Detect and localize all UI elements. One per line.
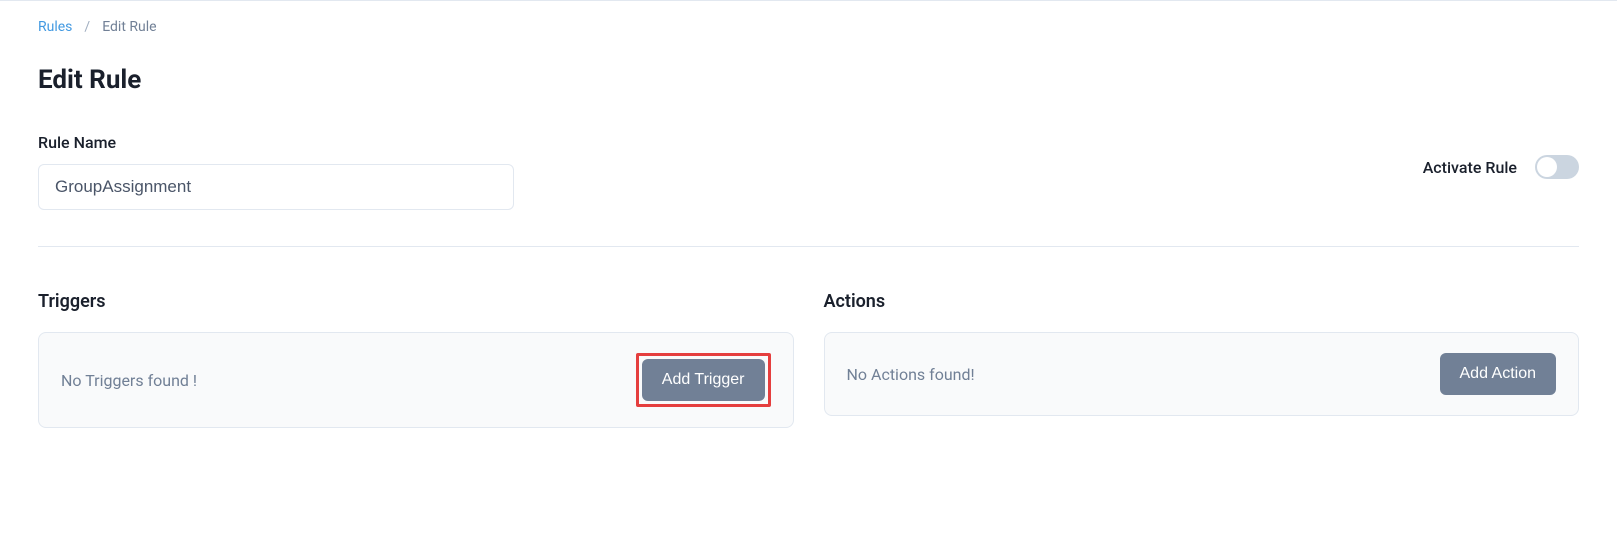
add-trigger-button[interactable]: Add Trigger: [642, 359, 765, 401]
breadcrumb-root-link[interactable]: Rules: [38, 19, 72, 35]
page-title: Edit Rule: [38, 65, 1579, 95]
activate-rule-row: Activate Rule: [1423, 155, 1579, 179]
toggle-knob: [1537, 157, 1557, 177]
add-trigger-highlight: Add Trigger: [636, 353, 771, 407]
activate-rule-toggle[interactable]: [1535, 155, 1579, 179]
activate-rule-label: Activate Rule: [1423, 158, 1517, 177]
actions-body: No Actions found! Add Action: [824, 332, 1580, 416]
breadcrumb-separator: /: [84, 19, 90, 35]
triggers-panel: Triggers No Triggers found ! Add Trigger: [38, 291, 794, 428]
actions-heading: Actions: [824, 291, 1580, 312]
rule-name-input[interactable]: [38, 164, 514, 210]
breadcrumb-current: Edit Rule: [102, 19, 156, 35]
rule-name-label: Rule Name: [38, 133, 514, 152]
triggers-body: No Triggers found ! Add Trigger: [38, 332, 794, 428]
triggers-empty-text: No Triggers found !: [61, 371, 197, 390]
rule-name-field: Rule Name: [38, 133, 514, 210]
breadcrumb: Rules / Edit Rule: [38, 19, 1579, 35]
actions-panel: Actions No Actions found! Add Action: [824, 291, 1580, 428]
triggers-heading: Triggers: [38, 291, 794, 312]
actions-empty-text: No Actions found!: [847, 365, 975, 384]
add-action-button[interactable]: Add Action: [1440, 353, 1557, 395]
